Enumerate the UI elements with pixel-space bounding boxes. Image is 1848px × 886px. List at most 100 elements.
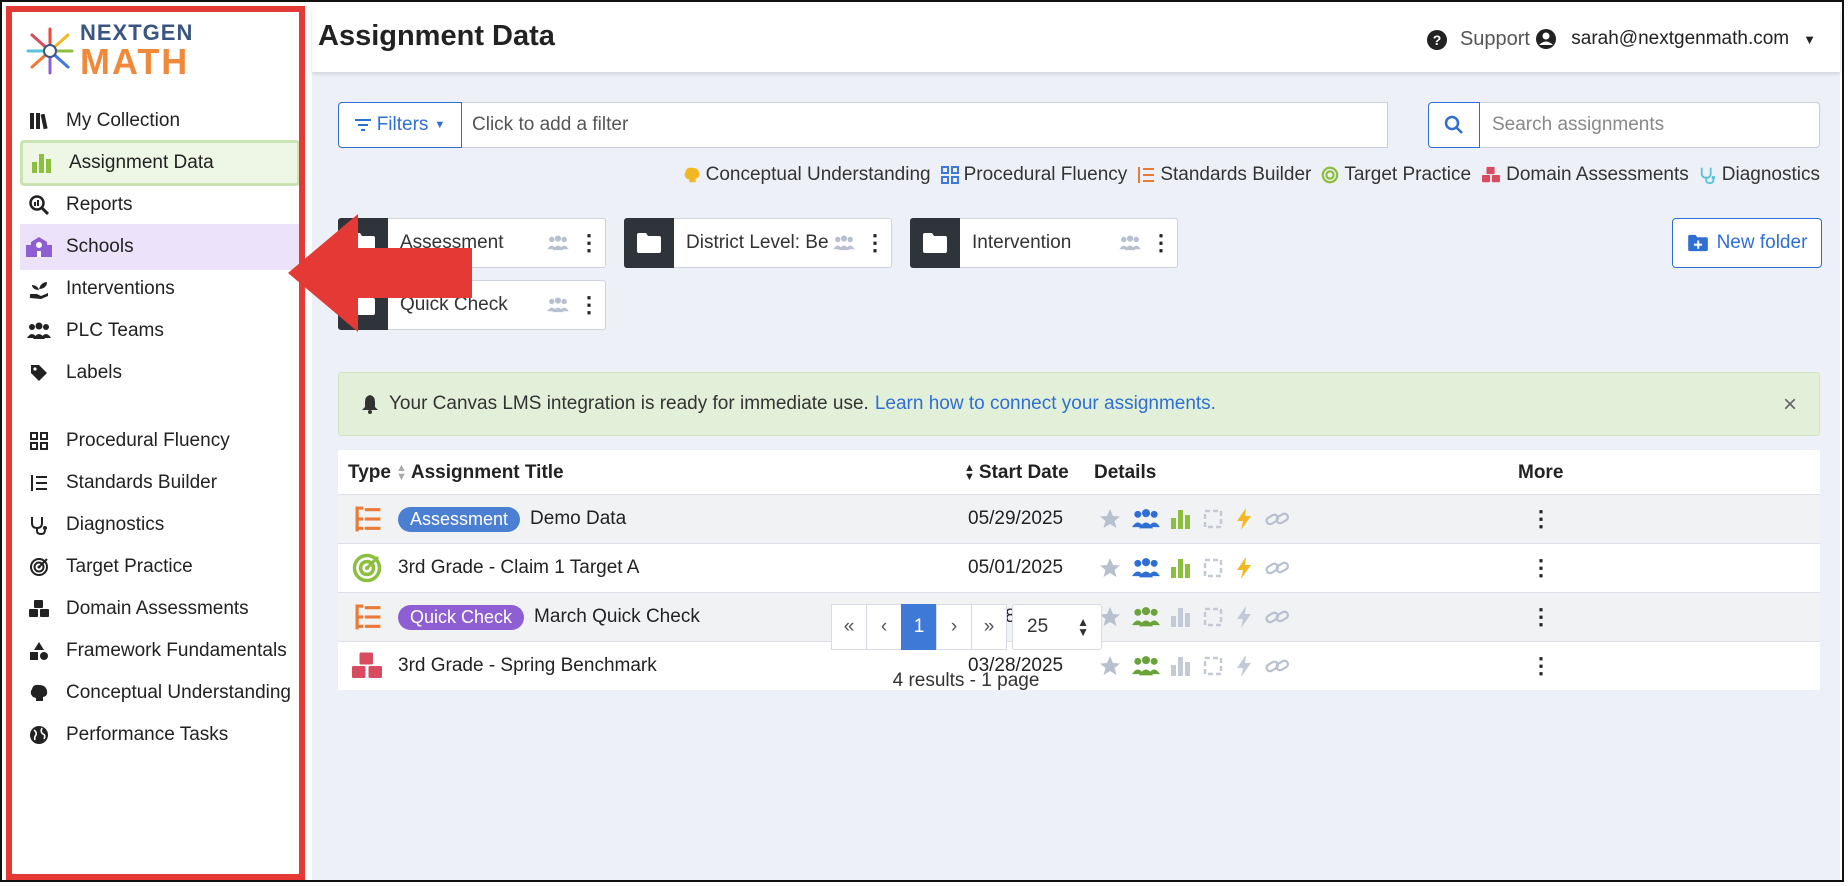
stethoscope-icon: [1700, 167, 1715, 184]
filters-button[interactable]: Filters ▼: [338, 102, 462, 148]
legend-target-practice: Target Practice: [1321, 164, 1471, 186]
sidebar-item-domain-assessments[interactable]: Domain Assessments: [20, 586, 300, 632]
table-row[interactable]: Assessment Demo Data 05/29/2025 ⋮: [338, 494, 1820, 543]
filters-label: Filters: [376, 114, 429, 135]
start-date: 05/01/2025: [968, 557, 1064, 578]
link-icon[interactable]: [1264, 557, 1290, 579]
group-icon[interactable]: [1132, 508, 1160, 530]
sidebar-item-reports[interactable]: Reports: [20, 182, 300, 228]
quick-check-badge: Quick Check: [398, 604, 525, 630]
sidebar-item-schools[interactable]: Schools: [20, 224, 300, 270]
table-row[interactable]: 3rd Grade - Claim 1 Target A 05/01/2025 …: [338, 543, 1820, 592]
caret-down-icon: ▼: [1803, 31, 1816, 47]
alert-learn-link[interactable]: Learn how to connect your assignments.: [875, 393, 1216, 415]
details-icons: [1098, 544, 1290, 592]
legend-conceptual-understanding: Conceptual Understanding: [683, 164, 931, 186]
bolt-icon[interactable]: [1234, 605, 1254, 629]
star-icon[interactable]: [1098, 556, 1122, 580]
column-title[interactable]: ▲ ▼ Assignment Title: [396, 462, 564, 484]
per-page-select[interactable]: 25 ▲ ▼: [1012, 604, 1102, 650]
integration-alert: Your Canvas LMS integration is ready for…: [338, 372, 1820, 436]
shared-people-icon: [543, 235, 573, 251]
logo-starburst-icon: [26, 27, 74, 75]
sidebar-item-framework-fundamentals[interactable]: Framework Fundamentals: [20, 628, 300, 674]
bar-chart-icon[interactable]: [1170, 508, 1192, 530]
brain-icon: [26, 680, 52, 706]
folder-card[interactable]: District Level: Ben... ⋮: [624, 217, 892, 268]
column-type: Type: [348, 462, 391, 483]
next-page-button[interactable]: ›: [936, 604, 972, 650]
row-more-icon[interactable]: ⋮: [1530, 495, 1552, 543]
bar-chart-icon[interactable]: [1170, 557, 1192, 579]
folder-more-icon[interactable]: ⋮: [573, 230, 605, 256]
sidebar-item-interventions[interactable]: Interventions: [20, 266, 300, 312]
current-page-button[interactable]: 1: [901, 604, 937, 650]
sidebar-item-assignment-data[interactable]: Assignment Data: [20, 140, 300, 186]
bolt-icon[interactable]: [1234, 556, 1254, 580]
assignment-title-cell[interactable]: 3rd Grade - Claim 1 Target A: [398, 544, 639, 592]
search-input[interactable]: [1480, 102, 1820, 148]
search-button[interactable]: [1428, 102, 1480, 148]
assignment-title-cell[interactable]: Assessment Demo Data: [398, 495, 626, 543]
column-start-date[interactable]: ▲ ▼ Start Date: [964, 462, 1069, 484]
sidebar-item-performance-tasks[interactable]: Performance Tasks: [20, 712, 300, 758]
sync-icon[interactable]: [1202, 606, 1224, 628]
close-icon[interactable]: ×: [1783, 391, 1797, 419]
last-page-button[interactable]: »: [971, 604, 1007, 650]
main-content: Filters ▼ Click to add a filter Conceptu…: [312, 72, 1840, 880]
brain-icon: [684, 167, 699, 183]
sidebar-item-my-collection[interactable]: My Collection: [20, 98, 300, 144]
first-page-button[interactable]: «: [831, 604, 867, 650]
sidebar-item-plc-teams[interactable]: PLC Teams: [20, 308, 300, 354]
shapes-icon: [26, 638, 52, 664]
sidebar-item-diagnostics[interactable]: Diagnostics: [20, 502, 300, 548]
user-menu[interactable]: sarah@nextgenmath.com ▼: [1535, 28, 1816, 50]
row-more-icon[interactable]: ⋮: [1530, 544, 1552, 592]
sidebar-item-label: Performance Tasks: [66, 724, 229, 745]
support-link[interactable]: ? Support: [1426, 28, 1530, 51]
legend-standards-builder: Standards Builder: [1137, 164, 1311, 186]
logo-bottom-text: MATH: [80, 41, 190, 82]
standards-builder-icon: [352, 495, 384, 543]
folder-card[interactable]: Intervention ⋮: [910, 217, 1178, 268]
group-icon[interactable]: [1132, 557, 1160, 579]
sync-icon[interactable]: [1202, 508, 1224, 530]
row-more-icon[interactable]: ⋮: [1530, 593, 1552, 641]
bar-chart-icon[interactable]: [1170, 606, 1192, 628]
star-icon[interactable]: [1098, 507, 1122, 531]
sidebar-item-label: Domain Assessments: [66, 598, 249, 619]
stethoscope-icon: [26, 512, 52, 538]
assignment-title-cell[interactable]: Quick Check March Quick Check: [398, 593, 700, 641]
sort-icon: ▲ ▼: [396, 462, 407, 483]
filter-input[interactable]: Click to add a filter: [462, 102, 1388, 148]
sidebar-item-labels[interactable]: Labels: [20, 350, 300, 396]
prev-page-button[interactable]: ‹: [866, 604, 902, 650]
folder-more-icon[interactable]: ⋮: [1145, 230, 1177, 256]
sidebar-item-label: Conceptual Understanding: [66, 682, 291, 703]
sidebar-item-standards-builder[interactable]: Standards Builder: [20, 460, 300, 506]
logo[interactable]: NEXTGEN MATH: [24, 22, 193, 80]
legend-label: Standards Builder: [1160, 164, 1312, 185]
link-icon[interactable]: [1264, 606, 1290, 628]
sidebar-item-target-practice[interactable]: Target Practice: [20, 544, 300, 590]
assignment-title: Demo Data: [530, 508, 627, 529]
new-folder-button[interactable]: New folder: [1672, 218, 1822, 268]
bolt-icon[interactable]: [1234, 507, 1254, 531]
legend-label: Procedural Fluency: [963, 164, 1128, 185]
group-icon[interactable]: [1132, 606, 1160, 628]
caret-down-icon: ▼: [434, 119, 446, 131]
sidebar-item-procedural-fluency[interactable]: Procedural Fluency: [20, 418, 300, 464]
support-label: Support: [1459, 28, 1530, 50]
sync-icon[interactable]: [1202, 557, 1224, 579]
sidebar-item-conceptual-understanding[interactable]: Conceptual Understanding: [20, 670, 300, 716]
bar-chart-icon: [29, 150, 55, 176]
sidebar-item-label: Target Practice: [66, 556, 193, 577]
folder-more-icon[interactable]: ⋮: [859, 230, 891, 256]
folder-more-icon[interactable]: ⋮: [573, 292, 605, 318]
legend-domain-assessments: Domain Assessments: [1481, 164, 1689, 186]
legend-label: Diagnostics: [1721, 164, 1820, 185]
user-circle-icon: [1536, 29, 1557, 49]
sidebar: NEXTGEN MATH My Collection Assignment Da…: [10, 8, 300, 878]
sidebar-item-label: Labels: [66, 362, 122, 383]
link-icon[interactable]: [1264, 508, 1290, 530]
